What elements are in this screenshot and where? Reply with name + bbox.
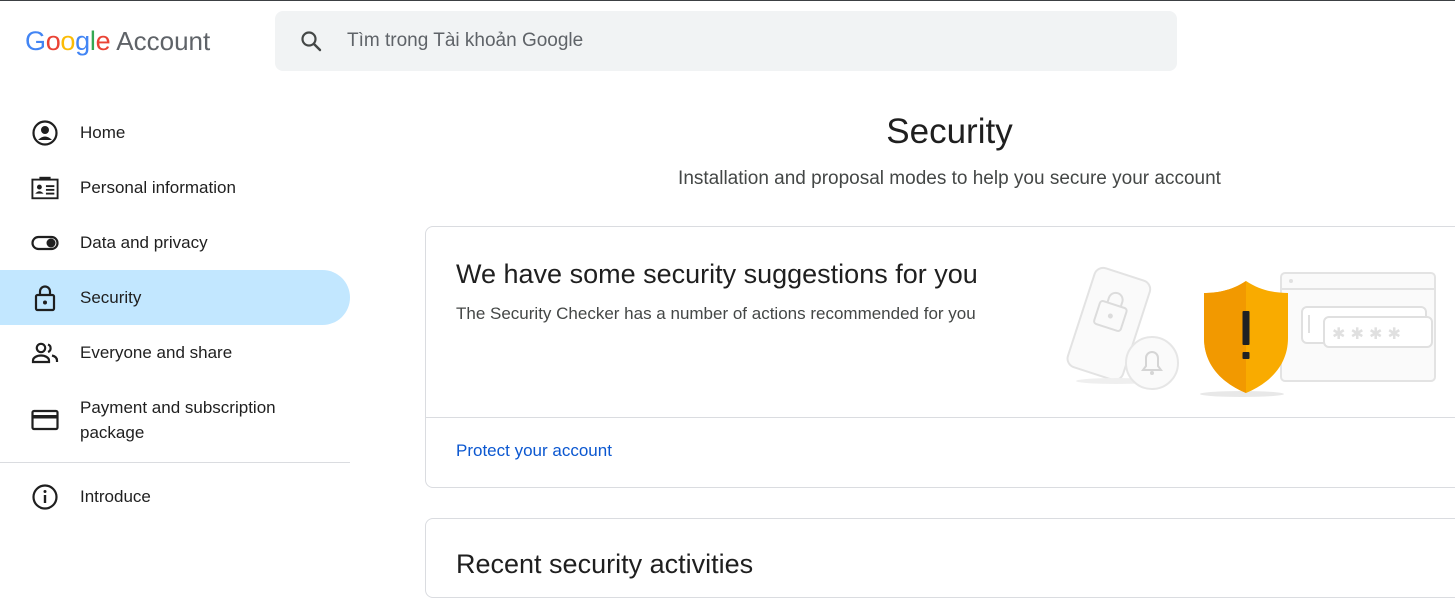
sidebar-item-label: Security (80, 288, 142, 307)
sidebar-divider (0, 462, 350, 463)
search-bar[interactable] (275, 11, 1177, 71)
account-wordmark: Account (116, 26, 211, 56)
sidebar-item-everyone-and-share[interactable]: Everyone and share (0, 325, 350, 380)
people-icon (31, 339, 59, 367)
lock-icon (31, 284, 59, 312)
recent-security-activity-card: Recent security activities (425, 518, 1455, 598)
svg-text:✱ ✱ ✱ ✱: ✱ ✱ ✱ ✱ (1332, 324, 1401, 343)
google-wordmark: Google (25, 26, 111, 56)
card-title: We have some security suggestions for yo… (456, 259, 978, 289)
sidebar-nav: Home Personal information Data and priva… (0, 105, 350, 524)
id-card-icon (31, 174, 59, 202)
card-title: Recent security activities (456, 549, 754, 579)
sidebar-item-label: Everyone and share (80, 343, 233, 362)
security-shield-warning-illustration: ✱ ✱ ✱ ✱ (1066, 263, 1455, 403)
card-description: The Security Checker has a number of act… (456, 304, 976, 323)
sidebar-item-payment-and-subscription[interactable]: Payment and subscription package (0, 380, 350, 460)
credit-card-icon (31, 406, 59, 434)
sidebar-item-data-and-privacy[interactable]: Data and privacy (0, 215, 350, 270)
sidebar-item-label: Personal information (80, 178, 236, 197)
sidebar-item-security[interactable]: Security (0, 270, 350, 325)
security-suggestions-card: We have some security suggestions for yo… (425, 226, 1455, 488)
account-circle-icon (31, 119, 59, 147)
sidebar-item-label: Introduce (80, 487, 151, 506)
sidebar-item-label: Home (80, 123, 126, 142)
card-divider (426, 417, 1455, 418)
google-account-logo[interactable]: Google Account (25, 26, 210, 60)
sidebar-item-introduce[interactable]: Introduce (0, 469, 350, 524)
sidebar-item-label: Data and privacy (80, 233, 208, 252)
search-input[interactable] (347, 30, 1107, 52)
toggle-icon (31, 229, 59, 257)
search-icon[interactable] (299, 29, 323, 53)
sidebar-item-personal-information[interactable]: Personal information (0, 160, 350, 215)
protect-account-link[interactable]: Protect your account (456, 441, 612, 461)
page-subtitle: Installation and proposal modes to help … (678, 168, 1221, 189)
sidebar-item-home[interactable]: Home (0, 105, 350, 160)
sidebar-item-label: Payment and subscription package (80, 398, 276, 442)
window-top-border (0, 0, 1455, 1)
info-icon (31, 483, 59, 511)
page-title: Security (886, 112, 1013, 151)
